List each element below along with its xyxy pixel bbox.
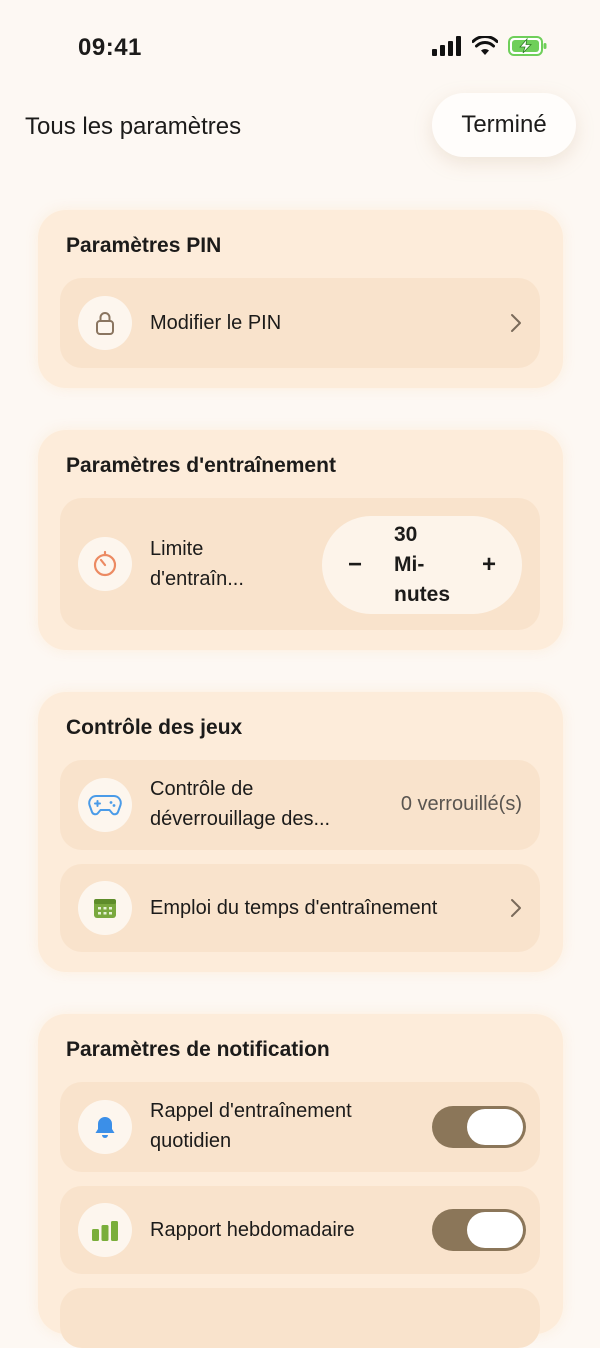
stepper-plus-button[interactable]: + xyxy=(472,548,506,582)
gamepad-icon xyxy=(78,778,132,832)
chevron-right-icon xyxy=(511,314,521,332)
locked-count: 0 verrouillé(s) xyxy=(400,793,522,815)
section-title: Paramètres PIN xyxy=(66,234,222,257)
training-settings-section: Paramètres d'entraînement Limite d'entra… xyxy=(38,430,563,650)
daily-reminder-line1: Rappel d'entraînement xyxy=(150,1100,352,1122)
change-pin-label: Modifier le PIN xyxy=(150,312,282,334)
pin-settings-section: Paramètres PIN Modifier le PIN xyxy=(38,210,563,388)
section-title: Paramètres de notification xyxy=(66,1038,330,1061)
signal-icon xyxy=(432,36,461,56)
unlock-control-row[interactable]: Contrôle de déverrouillage des... 0 verr… xyxy=(60,760,540,850)
bell-icon xyxy=(78,1100,132,1154)
training-limit-line2: d'entraîn... xyxy=(150,568,244,590)
lock-icon xyxy=(78,296,132,350)
unlock-control-line1: Contrôle de xyxy=(150,778,254,800)
header: Tous les paramètres Terminé xyxy=(0,90,600,170)
stepper-value-line3: nutes xyxy=(394,583,451,606)
daily-reminder-row: Rappel d'entraînement quotidien xyxy=(60,1082,540,1172)
training-limit-stepper: − 30 Mi- nutes + xyxy=(322,516,522,614)
section-title: Contrôle des jeux xyxy=(66,716,243,739)
done-button[interactable]: Terminé xyxy=(432,93,576,157)
stepper-value-line2: Mi- xyxy=(394,553,425,576)
weekly-report-label: Rapport hebdomadaire xyxy=(150,1219,355,1241)
status-time: 09:41 xyxy=(78,34,142,61)
notification-settings-section: Paramètres de notification Rappel d'entr… xyxy=(38,1014,563,1348)
chevron-right-icon xyxy=(511,899,521,917)
toggle-knob xyxy=(467,1212,523,1248)
game-control-section: Contrôle des jeux Contrôle de déverrouil… xyxy=(38,692,563,972)
daily-reminder-label: Rappel d'entraînement quotidien xyxy=(150,1096,352,1156)
toggle-knob xyxy=(467,1109,523,1145)
status-icons xyxy=(432,36,548,56)
calendar-icon xyxy=(78,881,132,935)
partial-row xyxy=(60,1288,540,1348)
wifi-icon xyxy=(472,36,498,55)
training-limit-label: Limite d'entraîn... xyxy=(150,534,244,594)
change-pin-row[interactable]: Modifier le PIN xyxy=(60,278,540,368)
stepper-minus-button[interactable]: − xyxy=(338,548,372,582)
timer-icon xyxy=(78,537,132,591)
unlock-control-line2: déverrouillage des... xyxy=(150,808,331,830)
weekly-report-row: Rapport hebdomadaire xyxy=(60,1186,540,1274)
weekly-report-toggle[interactable] xyxy=(432,1209,526,1251)
status-bar: 09:41 xyxy=(0,0,600,90)
daily-reminder-toggle[interactable] xyxy=(432,1106,526,1148)
training-schedule-label: Emploi du temps d'entraînement xyxy=(150,897,438,919)
bar-chart-icon xyxy=(78,1203,132,1257)
section-title: Paramètres d'entraînement xyxy=(66,454,336,477)
training-limit-row: Limite d'entraîn... − 30 Mi- nutes + xyxy=(60,498,540,630)
battery-charging-icon xyxy=(508,36,547,56)
unlock-control-label: Contrôle de déverrouillage des... xyxy=(150,774,330,834)
daily-reminder-line2: quotidien xyxy=(150,1130,232,1152)
stepper-value: 30 Mi- nutes xyxy=(394,520,464,610)
stepper-value-line1: 30 xyxy=(394,523,418,546)
training-limit-line1: Limite xyxy=(150,538,204,560)
page-title: Tous les paramètres xyxy=(25,113,242,140)
training-schedule-row[interactable]: Emploi du temps d'entraînement xyxy=(60,864,540,952)
